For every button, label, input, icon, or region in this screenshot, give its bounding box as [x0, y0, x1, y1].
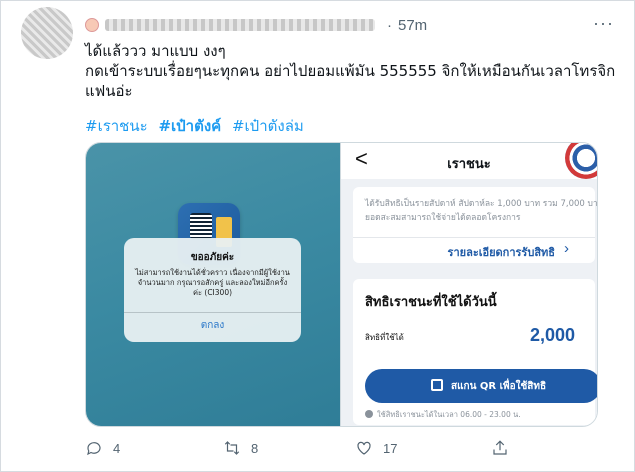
tweet-text-line: ได้แล้ววว มาแบบ งงๆ — [85, 42, 226, 60]
qr-scan-icon — [431, 379, 443, 391]
more-options-icon[interactable]: ··· — [593, 13, 614, 34]
qr-icon — [190, 213, 212, 239]
rights-value: 2,000 — [529, 325, 575, 345]
blurred-username[interactable] — [105, 19, 375, 31]
hashtag-link[interactable]: #เป๋าตังค์ — [158, 117, 221, 135]
hashtag-link[interactable]: #เป๋าตังล่ม — [232, 117, 304, 135]
screenshot-error[interactable]: ขออภัยค่ะ ไม่สามารถใช้งานได้ชั่วคราว เนื… — [86, 143, 340, 426]
scan-qr-label: สแกน QR เพื่อใช้สิทธิ — [451, 381, 547, 392]
tweet-actions: 4 8 17 — [85, 439, 605, 461]
screenshot-app[interactable]: < เราชนะ ได้รับสิทธิเป็นรายสัปดาห์ สัปดา… — [340, 143, 597, 426]
info-divider — [353, 237, 595, 238]
usage-hours-text: ใช้สิทธิเราชนะได้ในเวลา 06.00 - 23.00 น. — [377, 410, 521, 419]
error-dialog: ขออภัยค่ะ ไม่สามารถใช้งานได้ชั่วคราว เนื… — [124, 238, 301, 342]
app-topbar: < เราชนะ — [341, 143, 597, 179]
like-count: 17 — [383, 440, 398, 456]
usage-hours-note: ใช้สิทธิเราชนะได้ในเวลา 06.00 - 23.00 น. — [365, 409, 521, 421]
heart-icon — [357, 441, 371, 455]
tweet-text: ได้แล้ววว มาแบบ งงๆ กดเข้าระบบเรื่อยๆนะท… — [85, 41, 616, 101]
like-button[interactable]: 17 — [355, 439, 397, 457]
dialog-title: ขออภัยค่ะ — [190, 252, 235, 263]
avatar[interactable] — [21, 7, 73, 59]
hashtag-link[interactable]: #เราชนะ — [85, 117, 148, 135]
scan-qr-button[interactable]: สแกน QR เพื่อใช้สิทธิ — [365, 369, 597, 403]
rights-card: สิทธิเราชนะที่ใช้ได้วันนี้ สิทธิที่ใช้ได… — [353, 279, 597, 425]
profile-emoji-icon — [85, 18, 99, 32]
tweet-text-line: แฟนอ่ะ — [85, 82, 133, 100]
dialog-ok-button[interactable]: ตกลง — [124, 318, 301, 333]
share-button[interactable] — [491, 439, 509, 457]
retweet-icon — [224, 441, 240, 455]
tweet-card: · 57m ··· ได้แล้ววว มาแบบ งงๆ กดเข้าระบบ… — [0, 0, 635, 472]
info-icon — [365, 410, 373, 418]
info-card: ได้รับสิทธิเป็นรายสัปดาห์ สัปดาห์ละ 1,00… — [353, 187, 598, 263]
reply-icon — [87, 442, 101, 456]
hashtags: #เราชนะ #เป๋าตังค์ #เป๋าตังล่ม — [85, 114, 310, 138]
dialog-divider — [124, 312, 301, 313]
chevron-right-icon[interactable]: › — [564, 240, 569, 257]
tweet-header: · 57m — [85, 15, 605, 35]
app-title: เราชนะ — [447, 157, 491, 172]
tweet-media[interactable]: ขออภัยค่ะ ไม่สามารถใช้งานได้ชั่วคราว เนื… — [85, 142, 598, 427]
rights-title: สิทธิเราชนะที่ใช้ได้วันนี้ — [365, 295, 497, 310]
retweet-button[interactable]: 8 — [223, 439, 258, 457]
details-link[interactable]: รายละเอียดการรับสิทธิ — [448, 243, 555, 261]
tweet-text-line: กดเข้าระบบเรื่อยๆนะทุกคน อย่าไปยอมแพ้มัน… — [85, 62, 616, 80]
separator-dot: · — [387, 16, 392, 34]
reply-button[interactable]: 4 — [85, 439, 120, 457]
share-icon — [493, 440, 507, 455]
dialog-message: ไม่สามารถใช้งานได้ชั่วคราว เนื่องจากมีผู… — [135, 268, 290, 297]
rights-label: สิทธิที่ใช้ได้ — [365, 333, 404, 342]
retweet-count: 8 — [251, 440, 259, 456]
reply-count: 4 — [113, 440, 121, 456]
info-text: ได้รับสิทธิเป็นรายสัปดาห์ สัปดาห์ละ 1,00… — [365, 199, 598, 223]
tweet-time[interactable]: 57m — [398, 17, 427, 34]
